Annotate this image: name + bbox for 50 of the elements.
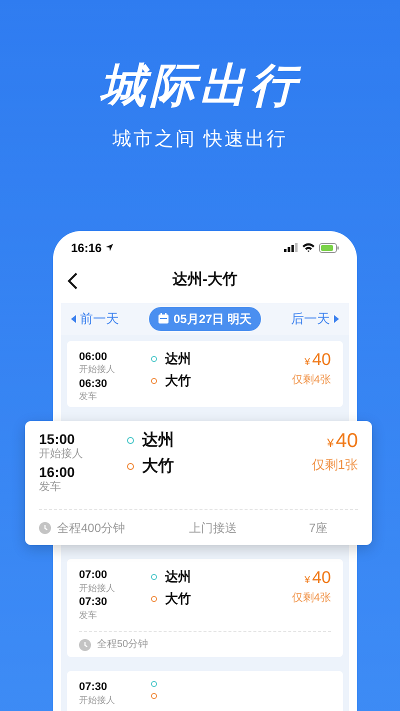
pickup-label: 开始接人 <box>79 694 116 706</box>
location-arrow-icon <box>104 243 114 252</box>
ticket-price: 40 <box>312 350 331 368</box>
pickup-label: 开始接人 <box>39 448 84 462</box>
clock-icon <box>39 522 51 534</box>
currency-symbol: ¥ <box>327 436 334 448</box>
pickup-time: 15:00 <box>39 430 76 448</box>
hero-title: 城际出行 <box>100 62 300 108</box>
service-type: 上门接送 <box>189 520 238 536</box>
right-triangle-icon <box>334 314 339 322</box>
status-time: 16:16 <box>71 240 102 256</box>
trip-duration: 全程50分钟 <box>97 638 148 652</box>
departure-time: 07:30 <box>79 596 108 610</box>
currency-symbol: ¥ <box>304 358 310 368</box>
departure-time: 06:30 <box>79 378 108 392</box>
trip-card[interactable]: 07:00 开始接人 07:30 发车 达州 大竹 ¥40 仅剩4张 全程50分钟 <box>67 559 343 657</box>
pickup-time: 06:00 <box>79 350 108 364</box>
clock-icon <box>79 638 91 650</box>
departure-label: 发车 <box>79 391 98 402</box>
remaining-seats: 仅剩1张 <box>312 454 358 474</box>
trip-card[interactable]: 06:00 开始接人 06:30 发车 达州 大竹 ¥40 仅剩4张 <box>67 340 343 406</box>
remaining-seats: 仅剩4张 <box>292 590 331 606</box>
wifi-icon <box>302 243 315 252</box>
departure-time: 16:00 <box>39 464 76 481</box>
departure-label: 发车 <box>39 481 62 495</box>
ticket-price: 40 <box>336 430 358 450</box>
pickup-time: 07:30 <box>79 681 108 695</box>
remaining-seats: 仅剩4张 <box>292 372 331 388</box>
pickup-label: 开始接人 <box>79 582 116 594</box>
trip-duration: 全程400分钟 <box>57 520 126 536</box>
station-name: 达州 <box>165 350 191 367</box>
station-name: 大竹 <box>142 456 174 476</box>
trip-card[interactable]: 15:00 开始接人 16:00 发车 达州 大竹 ¥40 仅剩1张 全程400分钟 上门接送 7座 <box>25 420 372 545</box>
ticket-price: 40 <box>312 569 331 586</box>
signal-icon <box>284 243 298 252</box>
pickup-label: 开始接人 <box>79 364 116 376</box>
station-name: 达州 <box>142 430 174 450</box>
calendar-icon <box>158 313 170 324</box>
station-name: 达州 <box>165 569 191 586</box>
trip-card[interactable]: 07:30 开始接人 <box>67 671 343 711</box>
departure-label: 发车 <box>79 610 98 621</box>
route-title: 达州-大竹 <box>172 270 238 290</box>
pickup-time: 07:00 <box>79 569 108 583</box>
battery-icon <box>319 242 339 252</box>
left-triangle-icon <box>71 314 76 322</box>
currency-symbol: ¥ <box>304 576 310 586</box>
station-name: 大竹 <box>165 372 191 389</box>
station-name: 大竹 <box>165 591 191 608</box>
hero-subtitle: 城市之间 快速出行 <box>112 128 288 152</box>
seat-count: 7座 <box>309 520 328 536</box>
